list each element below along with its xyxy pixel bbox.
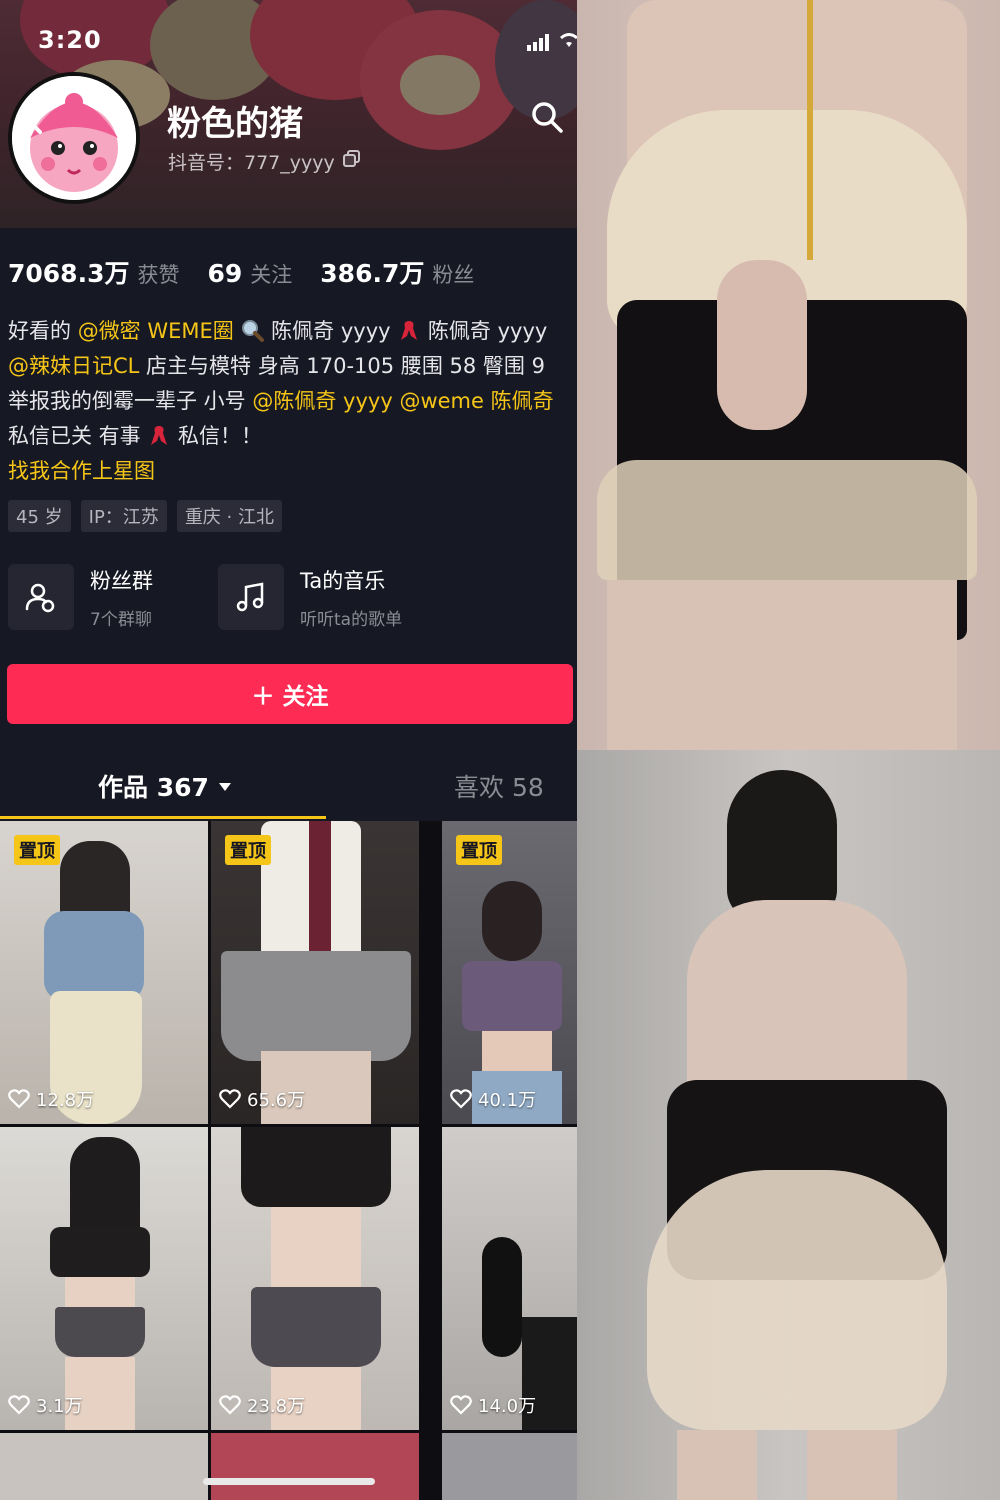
avatar[interactable]: [8, 72, 140, 204]
like-count-text: 14.0万: [478, 1396, 537, 1417]
feature-subtitle: 7个群聊: [90, 609, 152, 630]
ribbon-emoji-icon: [151, 426, 168, 445]
bio-text: 陈佩奇 yyyy: [421, 319, 548, 343]
video-thumbnail[interactable]: [442, 1433, 577, 1500]
video-like-count: 23.8万: [219, 1392, 305, 1418]
video-like-count: 40.1万: [450, 1086, 536, 1112]
back-icon[interactable]: [18, 96, 46, 136]
profile-tags: 45 岁 IP：江苏 重庆 · 江北: [8, 500, 282, 532]
heart-icon: [450, 1089, 472, 1109]
video-thumbnail[interactable]: [211, 1433, 419, 1500]
pinned-badge: 置顶: [14, 835, 60, 865]
video-thumbnail[interactable]: 23.8万: [211, 1127, 419, 1430]
stat-value: 7068.3万: [8, 259, 130, 288]
search-icon[interactable]: [530, 100, 564, 134]
video-like-count: 14.0万: [450, 1392, 536, 1418]
video-like-count: 12.8万: [8, 1086, 94, 1112]
heart-icon: [219, 1089, 241, 1109]
copy-icon[interactable]: [343, 150, 361, 168]
fan-group-entry[interactable]: 粉丝群 7个群聊: [8, 563, 153, 631]
like-count-text: 40.1万: [478, 1090, 537, 1111]
like-count-text: 23.8万: [247, 1396, 306, 1417]
video-like-count: 65.6万: [219, 1086, 305, 1112]
tag-location: 重庆 · 江北: [176, 500, 282, 532]
stat-value: 386.7万: [320, 259, 425, 288]
bio-text: 店主与模特 身高 170-105 腰围 58 臀围 9: [139, 354, 545, 378]
active-tab-indicator: [0, 816, 326, 819]
tag-ip: IP：江苏: [80, 500, 167, 532]
bio-line: 私信已关 有事 私信！！: [8, 419, 577, 454]
stat-value: 69: [207, 259, 243, 288]
users-icon: [8, 564, 74, 630]
feature-title: 粉丝群: [90, 568, 153, 593]
profile-bio: 好看的 @微密 WEME圈 陈佩奇 yyyy 陈佩奇 yyyy @辣妹日记CL …: [8, 314, 577, 489]
profile-stats: 7068.3万 获赞 69 关注 386.7万 粉丝: [8, 254, 474, 290]
follow-button[interactable]: ＋ 关注: [7, 664, 573, 724]
feature-subtitle: 听听ta的歌单: [300, 609, 403, 630]
video-like-count: 3.1万: [8, 1392, 83, 1418]
bio-text: 私信已关 有事: [8, 424, 148, 448]
bio-text: 私信！！: [171, 424, 263, 448]
photo-bottom: [577, 750, 1000, 1500]
heart-icon: [219, 1395, 241, 1415]
mention-link[interactable]: @辣妹日记CL: [8, 354, 139, 378]
pinned-badge: 置顶: [456, 835, 502, 865]
video-thumbnail[interactable]: 置顶 12.8万: [0, 821, 208, 1124]
profile-screen: 3:20 粉色的猪 抖音号：777_yyyy 7068.3万 获赞 69 关注 …: [0, 0, 577, 1500]
tab-works[interactable]: 作品 367: [98, 768, 209, 804]
home-indicator[interactable]: [203, 1478, 375, 1485]
douyin-id: 抖音号：777_yyyy: [168, 152, 335, 174]
video-grid: 置顶 12.8万 置顶 65.6万 置顶 40.1万 3.1万 23.8万 14…: [0, 821, 577, 1500]
like-count-text: 3.1万: [36, 1396, 83, 1417]
mention-link[interactable]: @微密 WEME圈: [78, 319, 234, 343]
wifi-icon: [560, 33, 577, 47]
display-name: 粉色的猪: [167, 104, 303, 144]
photo-top: [577, 0, 1000, 750]
stat-label: 粉丝: [432, 263, 475, 287]
video-thumbnail[interactable]: 14.0万: [442, 1127, 577, 1430]
heart-icon: [8, 1089, 30, 1109]
bio-line: 举报我的倒霉一辈子 小号 @陈佩奇 yyyy @weme 陈佩奇: [8, 384, 577, 419]
bio-text: 举报我的倒霉一辈子 小号: [8, 389, 253, 413]
like-count-text: 65.6万: [247, 1090, 306, 1111]
feature-title: Ta的音乐: [300, 568, 386, 593]
music-entry[interactable]: Ta的音乐 听听ta的歌单: [218, 563, 402, 631]
caret-down-icon[interactable]: [218, 782, 232, 792]
bio-text: 陈佩奇 yyyy: [264, 319, 398, 343]
like-count-text: 12.8万: [36, 1090, 95, 1111]
stat-label: 获赞: [137, 263, 180, 287]
ribbon-emoji-icon: [401, 321, 418, 340]
tab-likes[interactable]: 喜欢 58: [454, 768, 544, 804]
video-thumbnail[interactable]: [0, 1433, 208, 1500]
bio-line: 好看的 @微密 WEME圈 陈佩奇 yyyy 陈佩奇 yyyy: [8, 314, 577, 349]
content-tabs: 作品 367 喜欢 58: [0, 760, 577, 820]
video-thumbnail[interactable]: 3.1万: [0, 1127, 208, 1430]
heart-icon: [8, 1395, 30, 1415]
music-note-icon: [218, 564, 284, 630]
stat-likes[interactable]: 7068.3万 获赞: [8, 254, 179, 290]
bio-line: @辣妹日记CL 店主与模特 身高 170-105 腰围 58 臀围 9: [8, 349, 577, 384]
bio-text: 好看的: [8, 319, 78, 343]
pinned-badge: 置顶: [225, 835, 271, 865]
status-time: 3:20: [38, 26, 102, 54]
cartoon-avatar-icon: [12, 76, 136, 200]
stat-followers[interactable]: 386.7万 粉丝: [320, 254, 474, 290]
stat-label: 关注: [250, 263, 293, 287]
star-map-link[interactable]: 找我合作上星图: [8, 454, 577, 489]
video-thumbnail[interactable]: 置顶 65.6万: [211, 821, 419, 1124]
mention-link[interactable]: @陈佩奇 yyyy: [252, 389, 392, 413]
tag-age: 45 岁: [8, 500, 71, 532]
heart-icon: [450, 1395, 472, 1415]
mention-link[interactable]: @weme 陈佩奇: [399, 389, 553, 413]
signal-icon: [527, 34, 549, 51]
video-thumbnail[interactable]: 置顶 40.1万: [442, 821, 577, 1124]
stat-following[interactable]: 69 关注: [207, 259, 292, 289]
magnifier-emoji-icon: [242, 320, 265, 342]
